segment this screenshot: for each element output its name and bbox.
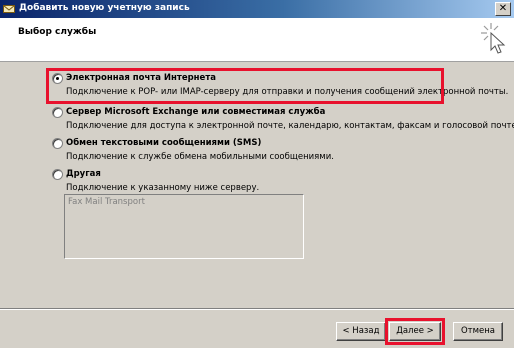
radio-selected-dot xyxy=(56,77,59,80)
option-label: Сервер Microsoft Exchange или совместима… xyxy=(66,107,326,117)
radio-other[interactable] xyxy=(52,169,63,180)
radio-sms[interactable] xyxy=(52,138,63,149)
page-title: Выбор службы xyxy=(18,27,97,37)
window-title: Добавить новую учетную запись xyxy=(19,3,190,13)
close-button[interactable]: ✕ xyxy=(495,2,511,16)
title-bar: Добавить новую учетную запись ✕ xyxy=(0,0,514,18)
wizard-header: Выбор службы xyxy=(0,18,514,62)
next-button[interactable]: Далее > xyxy=(389,322,441,341)
option-description: Подключение для доступа к электронной по… xyxy=(66,121,514,131)
option-description: Подключение к службе обмена мобильными с… xyxy=(66,152,334,162)
option-label: Электронная почта Интернета xyxy=(66,73,216,83)
radio-internet-email[interactable] xyxy=(52,73,63,84)
cancel-button[interactable]: Отмена xyxy=(453,322,503,341)
option-description: Подключение к указанному ниже серверу. xyxy=(66,183,260,193)
add-account-dialog: Добавить новую учетную запись ✕ Выбор сл… xyxy=(0,0,514,348)
cursor-click-icon xyxy=(481,23,506,54)
option-label: Другая xyxy=(66,169,101,179)
back-button[interactable]: < Назад xyxy=(336,322,386,341)
option-label: Обмен текстовыми сообщениями (SMS) xyxy=(66,138,262,148)
footer-divider xyxy=(0,308,514,310)
option-description: Подключение к POP- или IMAP-серверу для … xyxy=(66,87,509,97)
server-type-list[interactable]: Fax Mail Transport xyxy=(64,194,304,259)
list-item[interactable]: Fax Mail Transport xyxy=(68,197,300,207)
envelope-icon xyxy=(3,5,15,13)
radio-exchange[interactable] xyxy=(52,107,63,118)
